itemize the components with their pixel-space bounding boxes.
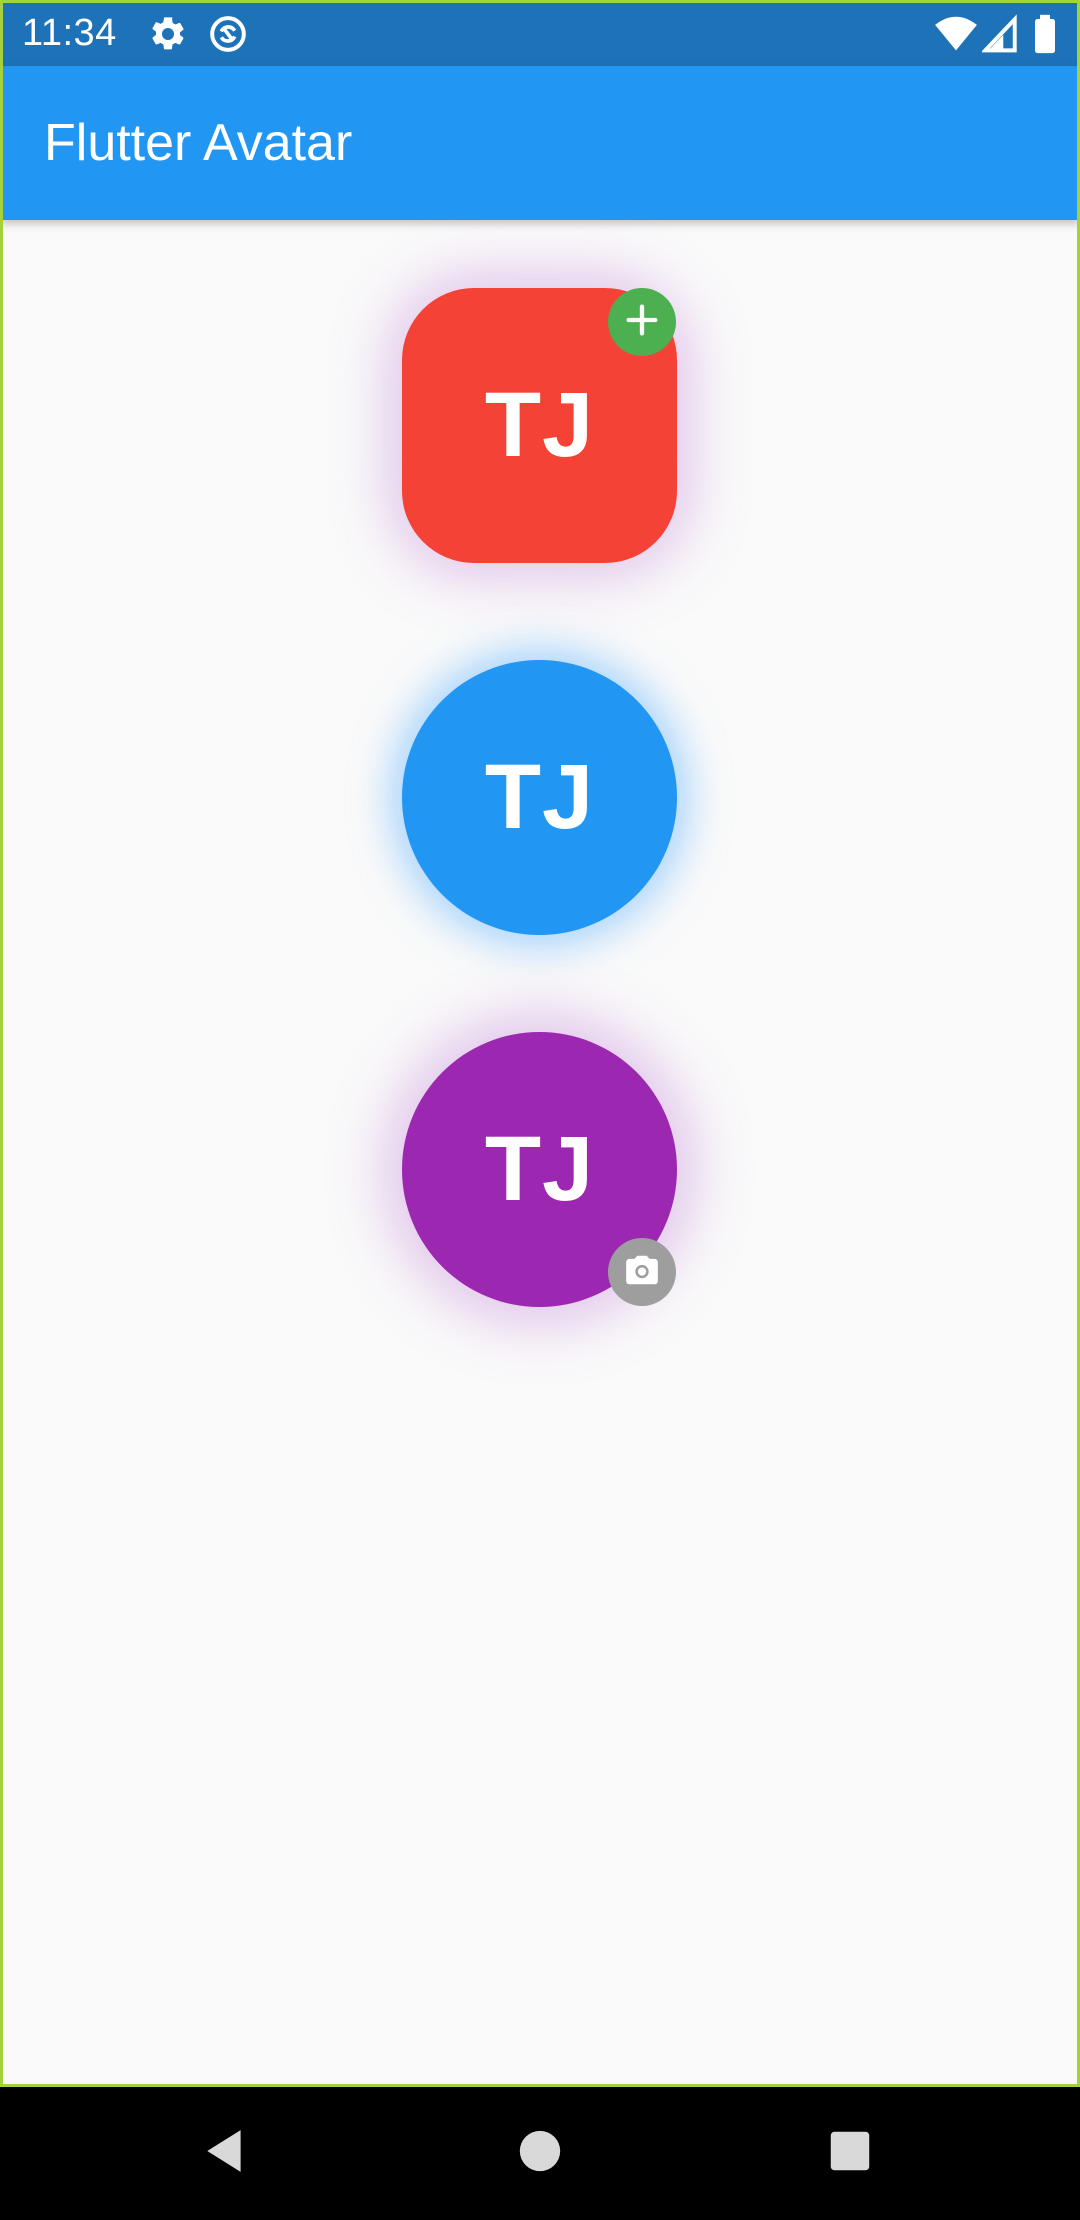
- home-icon: [518, 2129, 562, 2178]
- camera-icon: [623, 1251, 661, 1294]
- wifi-icon: [934, 14, 978, 54]
- back-icon: [201, 2126, 251, 2181]
- sync-icon: [208, 14, 248, 54]
- content-area: TJ TJ TJ: [0, 220, 1080, 2087]
- recents-icon: [828, 2129, 872, 2178]
- app-title: Flutter Avatar: [44, 114, 353, 172]
- app-bar: Flutter Avatar: [0, 66, 1080, 220]
- nav-bar: [0, 2087, 1080, 2220]
- add-icon: [622, 300, 662, 345]
- avatar-initials: TJ: [484, 746, 595, 848]
- status-bar: 11:34: [0, 0, 1080, 66]
- recents-button[interactable]: [820, 2123, 880, 2183]
- avatar-initials: TJ: [484, 1118, 595, 1220]
- avatar-initials: TJ: [484, 374, 595, 476]
- back-button[interactable]: [196, 2123, 256, 2183]
- add-badge-button[interactable]: [608, 288, 676, 356]
- home-button[interactable]: [510, 2123, 570, 2183]
- status-time: 11:34: [22, 12, 117, 54]
- gear-icon: [148, 14, 188, 54]
- camera-badge-button[interactable]: [608, 1238, 676, 1306]
- battery-icon: [1032, 14, 1058, 54]
- avatar-circle-blue[interactable]: TJ: [402, 660, 677, 935]
- signal-icon: [980, 14, 1018, 54]
